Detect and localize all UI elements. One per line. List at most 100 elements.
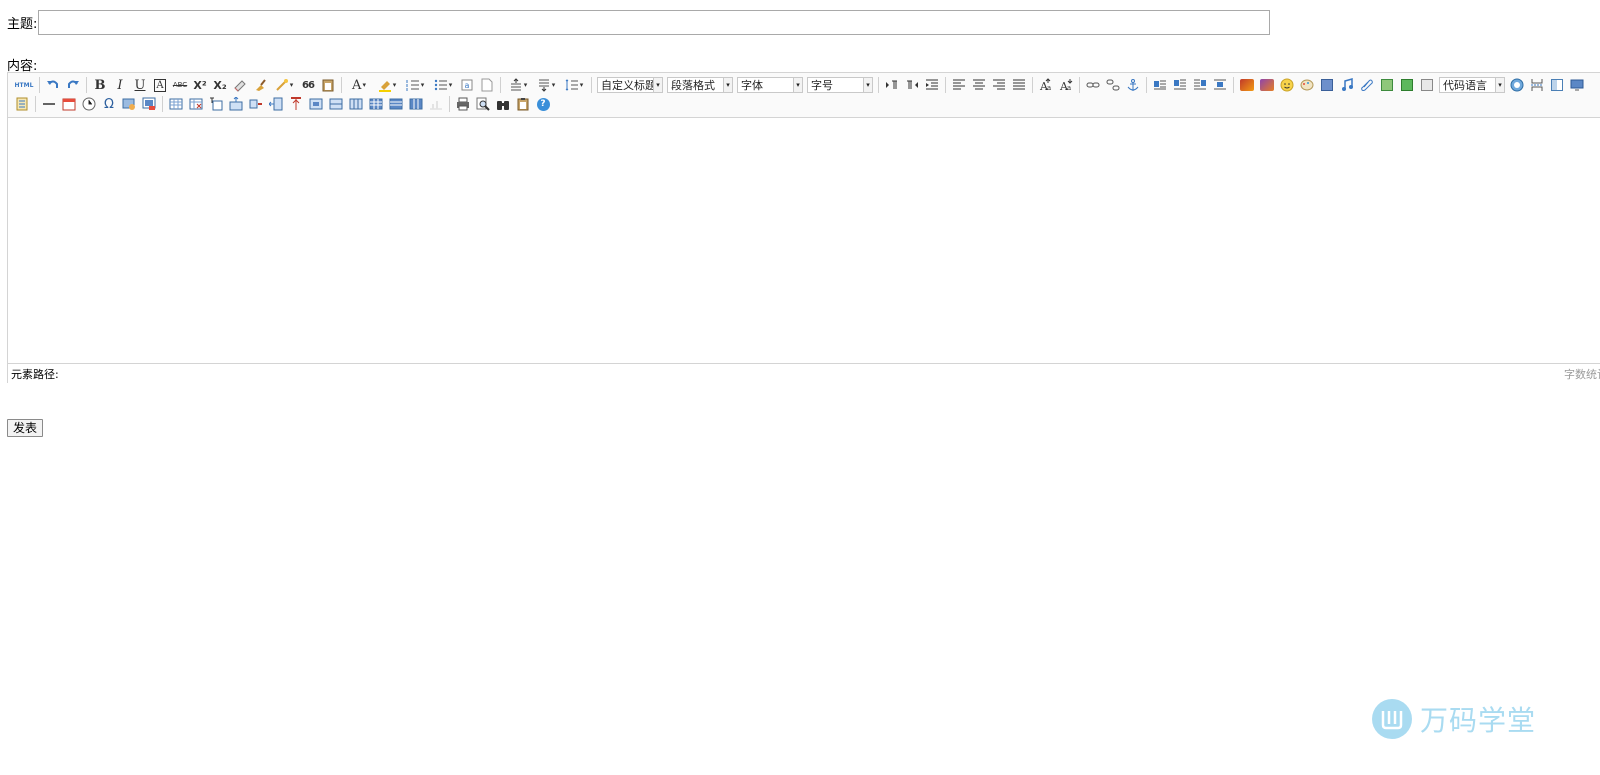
direction-ltr-button[interactable] — [883, 76, 901, 94]
snapscreen-button[interactable] — [120, 95, 138, 113]
auto-typeset-button[interactable] — [271, 76, 297, 94]
template-button[interactable] — [1548, 76, 1566, 94]
code-language-select[interactable]: 代码语言 ▾ — [1439, 77, 1505, 93]
source-code-button[interactable]: HTML — [13, 76, 35, 94]
insert-image-button[interactable] — [1238, 76, 1256, 94]
split-to-cells-button[interactable] — [367, 95, 385, 113]
background-color-button[interactable] — [374, 76, 400, 94]
align-left-button[interactable] — [950, 76, 968, 94]
underline-button[interactable]: U — [131, 76, 149, 94]
bold-button[interactable]: B — [91, 76, 109, 94]
font-border-button[interactable]: A — [151, 76, 169, 94]
emotion-button[interactable] — [1278, 76, 1296, 94]
format-painter-button[interactable] — [251, 76, 269, 94]
multi-image-button[interactable] — [1258, 76, 1276, 94]
line-height-button[interactable] — [561, 76, 587, 94]
music-button[interactable] — [1338, 76, 1356, 94]
unlink-button[interactable] — [1104, 76, 1122, 94]
image-center-button[interactable] — [1211, 76, 1229, 94]
merge-right-button[interactable] — [327, 95, 345, 113]
uppercase-button[interactable]: Aa — [1037, 76, 1055, 94]
globe-map-icon — [1401, 79, 1413, 91]
direction-rtl-button[interactable] — [903, 76, 921, 94]
font-size-select[interactable]: 字号 ▾ — [807, 77, 873, 93]
eraser-button[interactable] — [231, 76, 249, 94]
undo-button[interactable] — [44, 76, 62, 94]
text-ltr-icon — [886, 80, 897, 89]
chart-button[interactable] — [427, 95, 445, 113]
redo-button[interactable] — [64, 76, 82, 94]
image-left-button[interactable] — [1171, 76, 1189, 94]
delete-table-icon — [189, 98, 203, 110]
web-app-button[interactable] — [1508, 76, 1526, 94]
paragraph-select[interactable]: 段落格式 ▾ — [667, 77, 733, 93]
row-spacing-bottom-button[interactable] — [533, 76, 559, 94]
heading-select[interactable]: 自定义标题 ▾ — [597, 77, 663, 93]
split-to-cols-button[interactable] — [407, 95, 425, 113]
unlink-icon — [1106, 79, 1120, 91]
merge-right-icon — [329, 98, 343, 110]
scrawl-button[interactable] — [1298, 76, 1316, 94]
insert-code-button[interactable] — [1418, 76, 1436, 94]
preview-button[interactable] — [474, 95, 492, 113]
insert-frame-button[interactable] — [1318, 76, 1336, 94]
font-color-button[interactable]: A — [346, 76, 372, 94]
paste-plain-button[interactable] — [319, 76, 337, 94]
strikethrough-button[interactable]: ABC — [171, 76, 189, 94]
ordered-list-button[interactable] — [402, 76, 428, 94]
indent-button[interactable] — [923, 76, 941, 94]
insert-time-button[interactable] — [80, 95, 98, 113]
delete-row-button[interactable] — [247, 95, 265, 113]
image-right-button[interactable] — [1191, 76, 1209, 94]
editor-content-area[interactable] — [8, 118, 1600, 363]
background-button[interactable] — [1568, 76, 1586, 94]
delete-table-button[interactable] — [187, 95, 205, 113]
subject-row: 主题: — [7, 7, 1271, 37]
help-button[interactable]: ? — [534, 95, 552, 113]
drafts-button[interactable] — [514, 95, 532, 113]
gmap-button[interactable] — [1398, 76, 1416, 94]
align-right-button[interactable] — [990, 76, 1008, 94]
insert-date-button[interactable] — [60, 95, 78, 113]
clear-doc-button[interactable] — [478, 76, 496, 94]
toolbar-separator — [35, 96, 36, 112]
map-button[interactable] — [1378, 76, 1396, 94]
horizontal-rule-button[interactable] — [40, 95, 58, 113]
blockquote-button[interactable]: 66 — [299, 76, 317, 94]
unordered-list-button[interactable] — [430, 76, 456, 94]
search-replace-button[interactable] — [494, 95, 512, 113]
blank-page-icon — [481, 78, 493, 92]
attachment-button[interactable] — [1358, 76, 1376, 94]
split-to-rows-button[interactable] — [387, 95, 405, 113]
insert-row-button[interactable] — [227, 95, 245, 113]
select-all-icon: a — [461, 79, 473, 91]
image-none-button[interactable] — [1151, 76, 1169, 94]
insert-col-button[interactable] — [267, 95, 285, 113]
subscript-button[interactable]: X₂ — [211, 76, 229, 94]
special-chars-button[interactable]: Ω — [100, 95, 118, 113]
align-justify-button[interactable] — [1010, 76, 1028, 94]
link-button[interactable] — [1084, 76, 1102, 94]
delete-col-button[interactable] — [287, 95, 305, 113]
subject-input[interactable] — [38, 9, 1271, 35]
insert-table-button[interactable] — [167, 95, 185, 113]
select-all-button[interactable]: a — [458, 76, 476, 94]
merge-cells-button[interactable] — [307, 95, 325, 113]
anchor-button[interactable] — [1124, 76, 1142, 94]
scrawl-icon — [1300, 79, 1314, 91]
merge-down-button[interactable] — [347, 95, 365, 113]
svg-text:a: a — [465, 81, 470, 90]
row-spacing-top-button[interactable] — [505, 76, 531, 94]
italic-button[interactable]: I — [111, 76, 129, 94]
word-image-button[interactable] — [140, 95, 158, 113]
template-list-button[interactable] — [13, 95, 31, 113]
publish-button[interactable]: 发表 — [7, 419, 44, 437]
superscript-button[interactable]: X² — [191, 76, 209, 94]
insert-paragraph-before-table-button[interactable] — [207, 95, 225, 113]
print-button[interactable] — [454, 95, 472, 113]
lowercase-button[interactable]: Aa — [1057, 76, 1075, 94]
pagebreak-button[interactable] — [1528, 76, 1546, 94]
text-rtl-icon — [907, 80, 918, 89]
align-center-button[interactable] — [970, 76, 988, 94]
font-family-select[interactable]: 字体 ▾ — [737, 77, 803, 93]
